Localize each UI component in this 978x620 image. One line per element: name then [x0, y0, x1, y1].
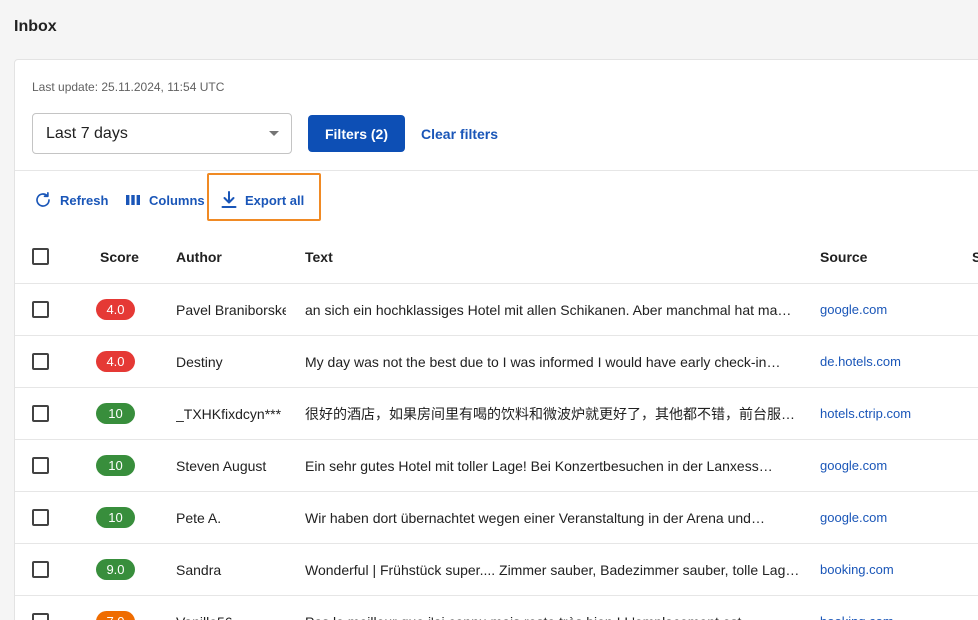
export-all-button[interactable]: Export all: [221, 190, 304, 210]
period-select-value: Last 7 days: [46, 124, 128, 142]
table-row[interactable]: 10 _TXHKfixdcyn*** 很好的酒店，如果房间里有喝的饮料和微波炉就…: [15, 388, 978, 440]
row-checkbox[interactable]: [32, 561, 49, 578]
review-text: Wonderful | Frühstück super.... Zimmer s…: [305, 561, 800, 578]
last-update-text: Last update: 25.11.2024, 11:54 UTC: [32, 80, 225, 94]
author-name: Vanille56: [176, 614, 233, 620]
columns-icon: [126, 195, 140, 205]
refresh-button[interactable]: Refresh: [34, 190, 108, 210]
row-checkbox[interactable]: [32, 405, 49, 422]
header-author[interactable]: Author: [176, 230, 286, 283]
author-name: _TXHKfixdcyn***: [176, 405, 282, 422]
refresh-label: Refresh: [60, 192, 109, 208]
score-badge: 4.0: [96, 299, 135, 320]
select-all-checkbox[interactable]: [32, 248, 49, 265]
author-name: Pete A.: [176, 509, 222, 526]
author-name: Destiny: [176, 353, 223, 370]
row-checkbox[interactable]: [32, 613, 49, 620]
page-title: Inbox: [14, 18, 57, 35]
download-icon: [221, 191, 237, 208]
review-text: Ein sehr gutes Hotel mit toller Lage! Be…: [305, 457, 773, 474]
source-link[interactable]: booking.com: [820, 562, 894, 577]
refresh-icon: [36, 192, 50, 207]
period-select[interactable]: Last 7 days: [32, 113, 292, 154]
table-header-row: Score Author Text Source S: [15, 230, 978, 284]
table-row[interactable]: 4.0 Pavel Braniborske an sich ein hochkl…: [15, 284, 978, 336]
source-link[interactable]: google.com: [820, 510, 887, 525]
table-row[interactable]: 10 Pete A. Wir haben dort übernachtet we…: [15, 492, 978, 544]
review-text: 很好的酒店，如果房间里有喝的饮料和微波炉就更好了，其他都不错，前台服…: [305, 405, 795, 422]
source-link[interactable]: hotels.ctrip.com: [820, 406, 911, 421]
score-badge: 9.0: [96, 559, 135, 580]
author-name: Pavel Braniborske: [176, 301, 286, 318]
header-source[interactable]: Source: [820, 230, 960, 283]
source-link[interactable]: google.com: [820, 458, 887, 473]
score-badge: 10: [96, 455, 135, 476]
source-link[interactable]: de.hotels.com: [820, 354, 901, 369]
header-score[interactable]: Score: [100, 230, 160, 283]
table-row[interactable]: 10 Steven August Ein sehr gutes Hotel mi…: [15, 440, 978, 492]
review-text: an sich ein hochklassiges Hotel mit alle…: [305, 301, 792, 318]
inbox-card: Last update: 25.11.2024, 11:54 UTC Last …: [14, 59, 978, 620]
source-link[interactable]: google.com: [820, 302, 887, 317]
header-text[interactable]: Text: [305, 230, 805, 283]
author-name: Steven August: [176, 457, 267, 474]
table-row[interactable]: 4.0 Destiny My day was not the best due …: [15, 336, 978, 388]
row-checkbox[interactable]: [32, 509, 49, 526]
filters-button[interactable]: Filters (2): [308, 115, 405, 152]
columns-button[interactable]: Columns: [125, 190, 205, 210]
caret-down-icon: [269, 131, 279, 136]
header-extra[interactable]: S: [972, 230, 978, 283]
score-badge: 4.0: [96, 351, 135, 372]
clear-filters-link[interactable]: Clear filters: [421, 126, 498, 142]
table-row[interactable]: 9.0 Sandra Wonderful | Frühstück super..…: [15, 544, 978, 596]
row-checkbox[interactable]: [32, 301, 49, 318]
table-body: 4.0 Pavel Braniborske an sich ein hochkl…: [15, 284, 978, 620]
divider: [15, 170, 978, 171]
score-badge: 10: [96, 507, 135, 528]
review-text: Wir haben dort übernachtet wegen einer V…: [305, 509, 765, 526]
reviews-table: Score Author Text Source S 4.0 Pavel Bra…: [15, 230, 978, 620]
score-badge: 10: [96, 403, 135, 424]
score-badge: 7.0: [96, 611, 135, 620]
columns-label: Columns: [149, 192, 205, 208]
row-checkbox[interactable]: [32, 457, 49, 474]
source-link[interactable]: booking.com: [820, 614, 894, 620]
author-name: Sandra: [176, 561, 222, 578]
row-checkbox[interactable]: [32, 353, 49, 370]
review-text: My day was not the best due to I was inf…: [305, 353, 781, 370]
export-all-label: Export all: [245, 192, 305, 208]
review-text: Pas le meilleur que j'ai connu mais rest…: [305, 614, 805, 620]
table-row[interactable]: 7.0 Vanille56 Pas le meilleur que j'ai c…: [15, 596, 978, 620]
